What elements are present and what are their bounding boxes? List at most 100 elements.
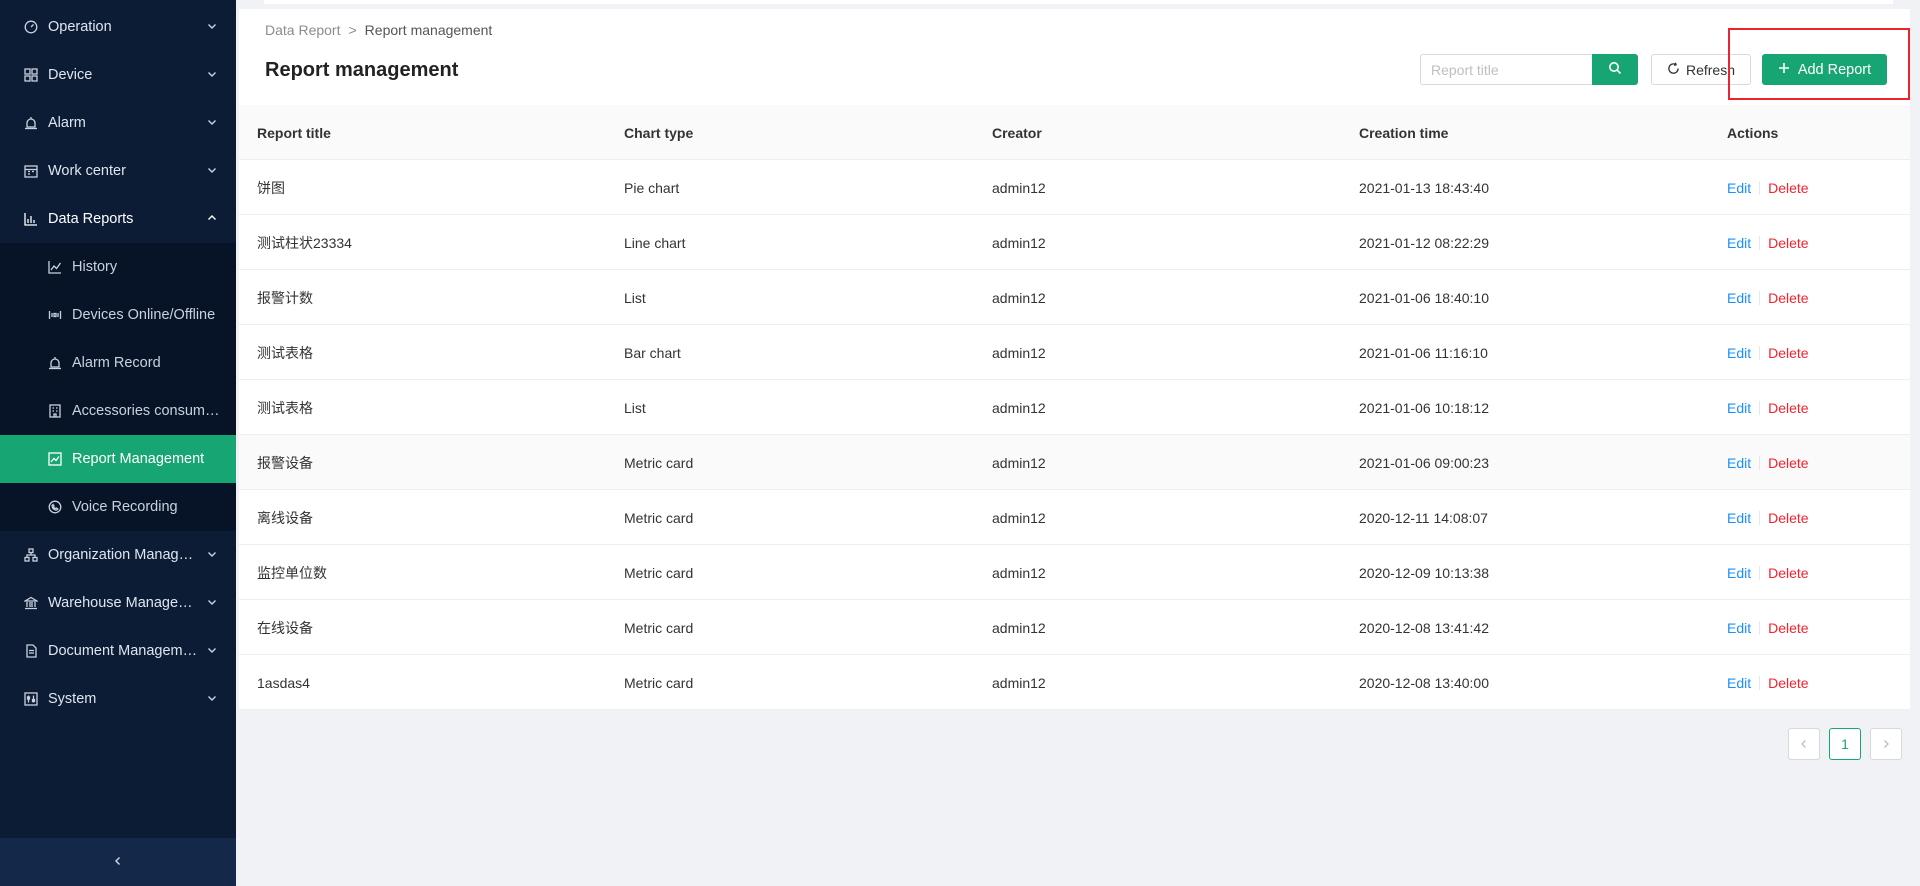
sidebar-collapse-button[interactable] (0, 838, 236, 886)
sidebar-item-label: Devices Online/Offline (72, 307, 216, 323)
sidebar-item-work-center[interactable]: Work center (0, 147, 236, 195)
table-row[interactable]: 1asdas4 Metric card admin12 2020-12-08 13:4… (239, 655, 1910, 710)
cell-creator: admin12 (992, 234, 1046, 251)
sidebar-item-accessories-consumption[interactable]: Accessories consumpt... (0, 387, 236, 435)
cell-actions: Edit Delete (1727, 380, 1809, 435)
pagination-page-1[interactable]: 1 (1829, 728, 1861, 760)
edit-link[interactable]: Edit (1727, 620, 1751, 636)
table-row[interactable]: 报警设备 Metric card admin12 2021-01-06 09:00:2… (239, 435, 1910, 490)
edit-link[interactable]: Edit (1727, 455, 1751, 471)
search-icon (1608, 61, 1622, 78)
page-header: Data Report > Report management Report m… (239, 9, 1910, 105)
sidebar-item-warehouse-management[interactable]: Warehouse Manageme... (0, 579, 236, 627)
sidebar-item-system[interactable]: System (0, 675, 236, 723)
sidebar-item-history[interactable]: History (0, 243, 236, 291)
table-row[interactable]: 报警计数 List admin12 2021-01-06 18:40:10 Edit De… (239, 270, 1910, 325)
report-icon (48, 452, 62, 466)
alarm-icon (48, 356, 62, 370)
edit-link[interactable]: Edit (1727, 510, 1751, 526)
refresh-button[interactable]: Refresh (1651, 54, 1751, 85)
edit-link[interactable]: Edit (1727, 180, 1751, 196)
edit-link[interactable]: Edit (1727, 235, 1751, 251)
column-header-report-title: Report title (257, 124, 331, 141)
add-report-button[interactable]: Add Report (1762, 54, 1887, 85)
delete-link[interactable]: Delete (1768, 510, 1808, 526)
column-header-creation-time: Creation time (1359, 124, 1449, 141)
sidebar-item-document-management[interactable]: Document Management (0, 627, 236, 675)
org-icon (24, 548, 38, 562)
cell-creator: admin12 (992, 509, 1046, 526)
chevron-down-icon (206, 644, 218, 656)
sidebar-item-label: Alarm (48, 115, 86, 131)
edit-link[interactable]: Edit (1727, 565, 1751, 581)
delete-link[interactable]: Delete (1768, 455, 1808, 471)
sidebar-item-operation[interactable]: Operation (0, 3, 236, 51)
cell-creation-time: 2021-01-06 09:00:23 (1359, 454, 1489, 471)
chevron-down-icon (206, 548, 218, 560)
add-report-button-label: Add Report (1797, 61, 1872, 78)
cell-actions: Edit Delete (1727, 270, 1809, 325)
delete-link[interactable]: Delete (1768, 345, 1808, 361)
alarm-icon (24, 116, 38, 130)
action-divider (1759, 180, 1761, 195)
cell-creator: admin12 (992, 399, 1046, 416)
delete-link[interactable]: Delete (1768, 565, 1808, 581)
delete-link[interactable]: Delete (1768, 180, 1808, 196)
edit-link[interactable]: Edit (1727, 400, 1751, 416)
delete-link[interactable]: Delete (1768, 235, 1808, 251)
chevron-left-icon (1799, 736, 1809, 752)
grid-icon (24, 68, 38, 82)
table-row[interactable]: 测试柱状23334 Line chart admin12 2021-01-12 08:… (239, 215, 1910, 270)
chevron-down-icon (206, 692, 218, 704)
cell-report-title: 报警计数 (257, 289, 313, 306)
sidebar: Operation Device Alarm Work center Data … (0, 0, 236, 886)
sidebar-item-label: Accessories consumpt... (72, 403, 222, 419)
table-row[interactable]: 离线设备 Metric card admin12 2020-12-11 14:08:0… (239, 490, 1910, 545)
cell-report-title: 饼图 (257, 179, 285, 196)
sidebar-item-devices-online-offline[interactable]: Devices Online/Offline (0, 291, 236, 339)
sidebar-item-voice-recording[interactable]: Voice Recording (0, 483, 236, 531)
refresh-button-label: Refresh (1685, 61, 1736, 78)
sidebar-item-label: History (72, 259, 118, 275)
sidebar-item-organization-management[interactable]: Organization Manage... (0, 531, 236, 579)
sidebar-item-device[interactable]: Device (0, 51, 236, 99)
cell-creation-time: 2021-01-12 08:22:29 (1359, 234, 1489, 251)
delete-link[interactable]: Delete (1768, 290, 1808, 306)
breadcrumb-item-data-report[interactable]: Data Report (265, 22, 340, 38)
sidebar-item-alarm[interactable]: Alarm (0, 99, 236, 147)
edit-link[interactable]: Edit (1727, 345, 1751, 361)
sidebar-item-label: Operation (48, 19, 112, 35)
search-button[interactable] (1592, 54, 1638, 85)
sidebar-item-label: Document Management (48, 643, 198, 659)
edit-link[interactable]: Edit (1727, 290, 1751, 306)
settings-icon (24, 692, 38, 706)
table-row[interactable]: 饼图 Pie chart admin12 2021-01-13 18:43:40 Edi… (239, 160, 1910, 215)
delete-link[interactable]: Delete (1768, 620, 1808, 636)
action-divider (1759, 400, 1761, 415)
table-row[interactable]: 在线设备 Metric card admin12 2020-12-08 13:41:4… (239, 600, 1910, 655)
cell-report-title: 1asdas4 (257, 674, 310, 691)
dashboard-icon (24, 20, 38, 34)
edit-link[interactable]: Edit (1727, 675, 1751, 691)
breadcrumb: Data Report > Report management (265, 22, 492, 38)
cell-chart-type: Metric card (624, 509, 694, 526)
cell-chart-type: Pie chart (624, 179, 680, 196)
sidebar-item-label: Alarm Record (72, 355, 161, 371)
table-row[interactable]: 测试表格 List admin12 2021-01-06 10:18:12 Edit De… (239, 380, 1910, 435)
cell-creator: admin12 (992, 674, 1046, 691)
cell-actions: Edit Delete (1727, 655, 1809, 710)
pagination-next-button[interactable] (1870, 728, 1902, 760)
table-row[interactable]: 监控单位数 Metric card admin12 2020-12-09 10:13:… (239, 545, 1910, 600)
sidebar-item-report-management[interactable]: Report Management (0, 435, 236, 483)
chevron-down-icon (206, 596, 218, 608)
delete-link[interactable]: Delete (1768, 400, 1808, 416)
delete-link[interactable]: Delete (1768, 675, 1808, 691)
table-row[interactable]: 测试表格 Bar chart admin12 2021-01-06 11:16:10 E… (239, 325, 1910, 380)
chevron-right-icon (1881, 736, 1891, 752)
sidebar-item-data-reports[interactable]: Data Reports (0, 195, 236, 243)
action-divider (1759, 235, 1761, 250)
phone-icon (48, 500, 62, 514)
sidebar-item-alarm-record[interactable]: Alarm Record (0, 339, 236, 387)
pagination-prev-button[interactable] (1788, 728, 1820, 760)
search-input[interactable] (1420, 54, 1593, 85)
